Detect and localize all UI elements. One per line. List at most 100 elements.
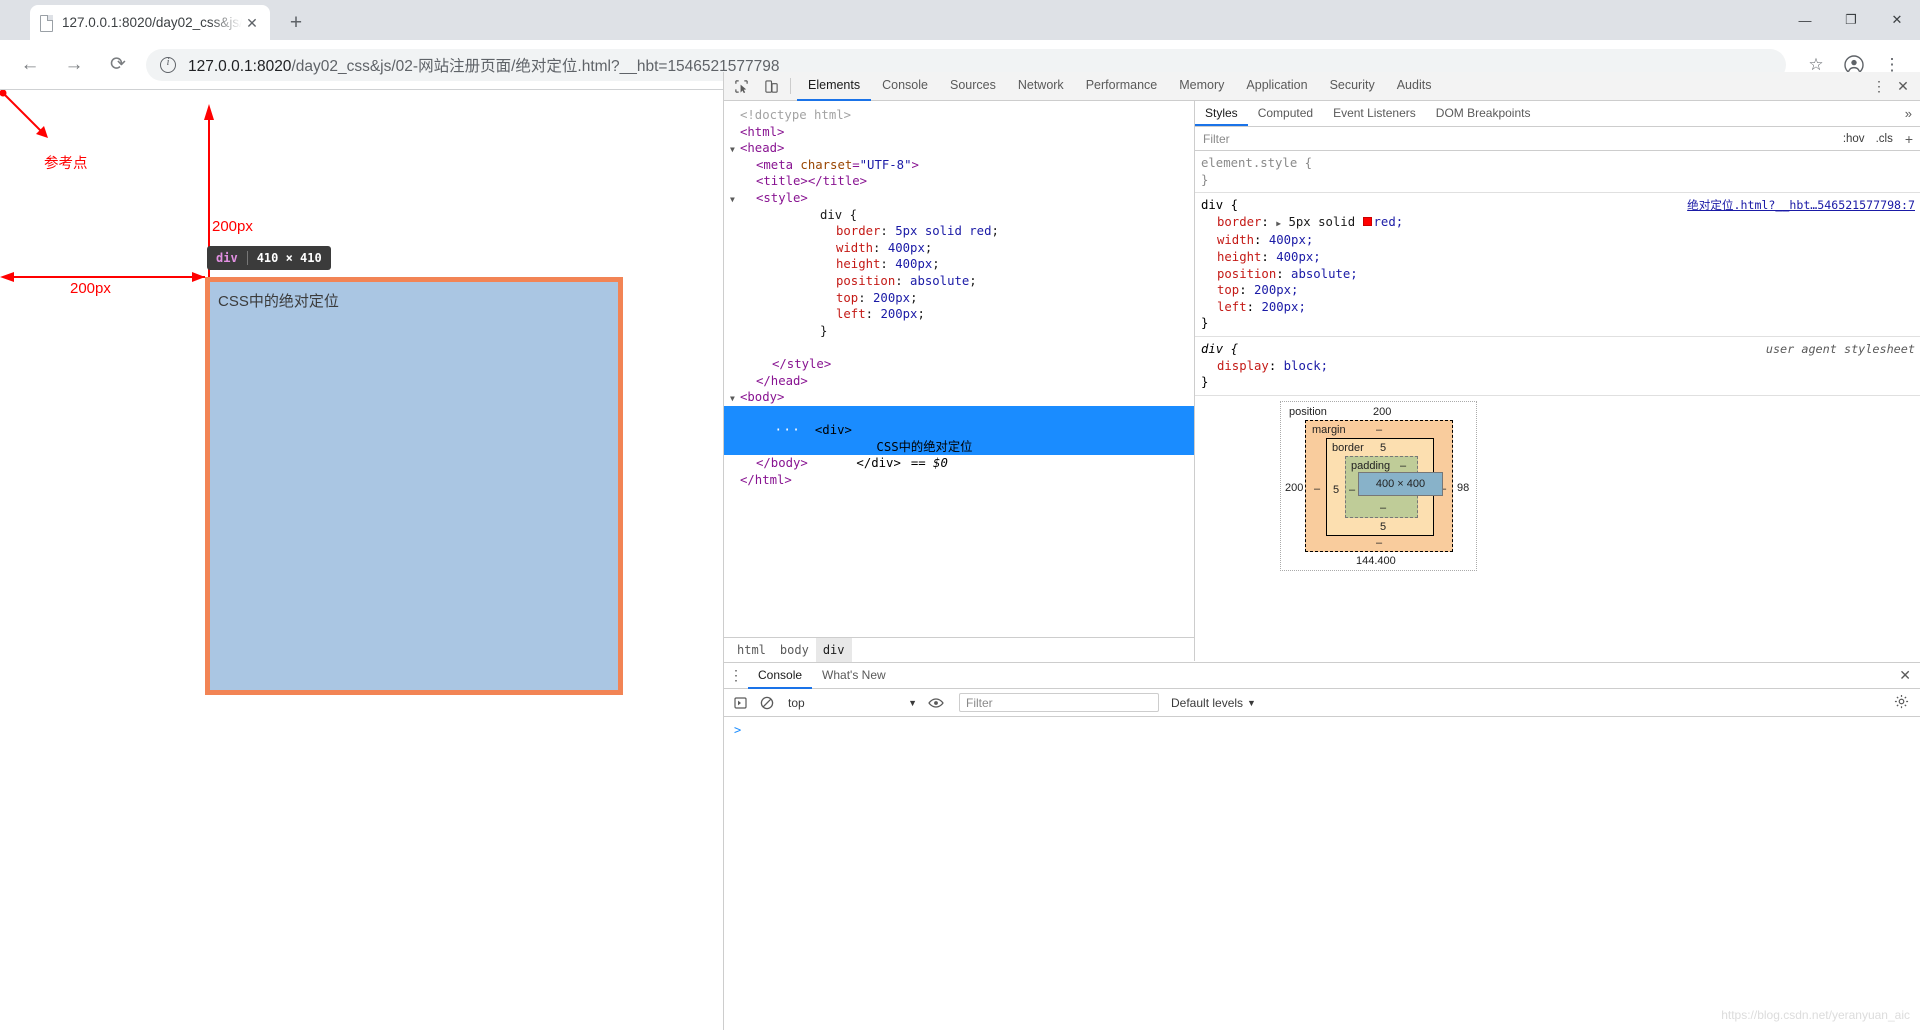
clear-console-icon[interactable] [754, 690, 780, 716]
drawer-tab-whats-new[interactable]: What's New [812, 663, 896, 689]
drawer-menu-icon[interactable]: ⋮ [724, 664, 748, 688]
css-rule-element-style[interactable]: element.style { } [1195, 151, 1920, 194]
tab-elements[interactable]: Elements [797, 72, 872, 101]
declaration-height[interactable]: height: 400px; [1201, 249, 1920, 266]
elements-tree-row[interactable]: </head> [724, 373, 1194, 390]
window-close-button[interactable]: ✕ [1874, 0, 1920, 40]
cls-button[interactable]: .cls [1876, 133, 1893, 145]
device-toolbar-icon[interactable] [758, 73, 784, 99]
breadcrumb-item-body[interactable]: body [773, 638, 816, 662]
chevron-down-icon[interactable]: ▼ [908, 698, 917, 708]
box-margin-bottom: – [1376, 537, 1383, 549]
declaration-position[interactable]: position: absolute; [1201, 266, 1920, 283]
info-icon[interactable] [160, 56, 176, 73]
elements-tree-row[interactable]: position: absolute; [724, 273, 1194, 290]
eye-icon[interactable] [923, 690, 949, 716]
elements-tree-row[interactable] [724, 339, 1194, 356]
tree-token: border [836, 224, 881, 239]
tab-security[interactable]: Security [1319, 72, 1386, 101]
elements-tree-pane[interactable]: <!doctype html> <html> ▼ <head> <meta charse… [724, 101, 1194, 637]
prop-colon: : [1239, 283, 1255, 298]
breadcrumb-item-html[interactable]: html [730, 638, 773, 662]
console-levels-select[interactable]: Default levels ▼ [1171, 696, 1256, 710]
tab-dom-breakpoints[interactable]: DOM Breakpoints [1426, 101, 1541, 126]
styles-more-icon[interactable]: » [1896, 101, 1920, 126]
tree-token: <body> [740, 390, 785, 405]
box-padding-layer[interactable]: padding – – – – 400 × 400 [1345, 456, 1443, 518]
tab-computed[interactable]: Computed [1248, 101, 1323, 126]
console-input-prompt[interactable]: > [724, 717, 1920, 737]
elements-tree-row[interactable]: ▼ <style> [724, 190, 1194, 207]
elements-tree-row[interactable]: left: 200px; [724, 306, 1194, 323]
elements-tree-row[interactable]: <title></title> [724, 173, 1194, 190]
tab-performance[interactable]: Performance [1075, 72, 1169, 101]
elements-tree-row[interactable]: ▼ <body> [724, 389, 1194, 406]
drawer-close-icon[interactable]: ✕ [1889, 667, 1920, 684]
tab-sources[interactable]: Sources [939, 72, 1007, 101]
back-icon[interactable]: ← [12, 47, 48, 83]
new-style-rule-button[interactable]: + [1905, 131, 1913, 147]
css-rule-div[interactable]: 绝对定位.html?__hbt…546521577798:7 div { bor… [1195, 193, 1920, 337]
tab-console[interactable]: Console [871, 72, 939, 101]
box-border-layer[interactable]: border 5 5 5 5 padding – – – – 400 × 400 [1326, 438, 1443, 536]
color-swatch[interactable] [1362, 216, 1372, 226]
highlighted-div-element[interactable]: CSS中的绝对定位 [205, 277, 623, 695]
forward-icon[interactable]: → [56, 47, 92, 83]
devtools-more-icon[interactable]: ⋮ [1867, 74, 1891, 98]
tab-audits[interactable]: Audits [1386, 72, 1443, 101]
declaration-border[interactable]: border: ▶ 5px solid red; [1201, 214, 1920, 233]
stylesheet-source-link[interactable]: 绝对定位.html?__hbt…546521577798:7 [1687, 197, 1915, 214]
elements-tree-row[interactable]: </body> [724, 455, 1194, 472]
styles-filter-input[interactable]: Filter [1203, 132, 1832, 146]
tab-network[interactable]: Network [1007, 72, 1075, 101]
console-context-select[interactable]: top ▼ [788, 696, 923, 710]
tab-memory[interactable]: Memory [1168, 72, 1235, 101]
drawer-tab-console[interactable]: Console [748, 663, 813, 689]
console-filter-input[interactable]: Filter [959, 693, 1159, 712]
tab-styles[interactable]: Styles [1195, 101, 1248, 126]
elements-tree-row[interactable]: ▼ <head> [724, 140, 1194, 157]
css-rule-user-agent[interactable]: user agent stylesheet div { display: blo… [1195, 337, 1920, 396]
execute-icon[interactable] [728, 690, 754, 716]
badge-tag-name: div [216, 251, 238, 265]
declaration-left[interactable]: left: 200px; [1201, 299, 1920, 316]
declaration-display[interactable]: display: block; [1201, 358, 1920, 375]
box-margin-layer[interactable]: margin – – – – border 5 5 5 5 padding – … [1305, 420, 1453, 552]
elements-tree-row[interactable]: top: 200px; [724, 290, 1194, 307]
minimize-button[interactable]: — [1782, 0, 1828, 40]
elements-tree-row[interactable]: height: 400px; [724, 256, 1194, 273]
browser-tab[interactable]: 127.0.0.1:8020/day02_css&js/0 ✕ [30, 5, 270, 40]
settings-gear-icon[interactable] [1886, 694, 1917, 712]
tree-token: charset [800, 157, 853, 172]
chevron-down-icon[interactable]: ▼ [1247, 698, 1256, 708]
box-model-diagram[interactable]: position 200 200 98 144.400 margin – – –… [1280, 401, 1477, 571]
elements-tree-row[interactable]: </style> [724, 356, 1194, 373]
reload-icon[interactable]: ⟳ [100, 47, 136, 83]
devtools-close-icon[interactable]: ✕ [1891, 74, 1915, 98]
elements-tree-row[interactable]: <meta charset="UTF-8"> [724, 157, 1194, 174]
new-tab-button[interactable]: + [282, 10, 310, 38]
declaration-top[interactable]: top: 200px; [1201, 282, 1920, 299]
elements-tree-row[interactable]: </html> [724, 472, 1194, 489]
elements-tree-row[interactable]: <!doctype html> [724, 107, 1194, 124]
hov-button[interactable]: :hov [1843, 133, 1865, 145]
elements-tree-row[interactable]: border: 5px solid red; [724, 223, 1194, 240]
declaration-width[interactable]: width: 400px; [1201, 232, 1920, 249]
selected-element-row[interactable]: ··· <div> [724, 405, 1194, 438]
disclosure-triangle-icon[interactable]: ▼ [730, 391, 740, 408]
elements-tree-row[interactable]: div { [724, 207, 1194, 224]
url-text: 127.0.0.1:8020/day02_css&js/02-网站注册页面/绝对… [188, 54, 780, 76]
close-icon[interactable]: ✕ [242, 13, 262, 33]
tab-application[interactable]: Application [1235, 72, 1318, 101]
expand-dots-icon[interactable]: ··· [774, 423, 800, 440]
breadcrumb-item-div[interactable]: div [815, 637, 852, 662]
rule-selector: element.style { [1201, 156, 1313, 170]
box-content-layer[interactable]: 400 × 400 [1358, 472, 1443, 496]
elements-tree-row[interactable]: } [724, 323, 1194, 340]
elements-tree-row[interactable]: width: 400px; [724, 240, 1194, 257]
elements-tree-row[interactable]: <html> [724, 124, 1194, 141]
inspect-icon[interactable] [728, 73, 754, 99]
maximize-button[interactable]: ❐ [1828, 0, 1874, 40]
tab-event-listeners[interactable]: Event Listeners [1323, 101, 1426, 126]
